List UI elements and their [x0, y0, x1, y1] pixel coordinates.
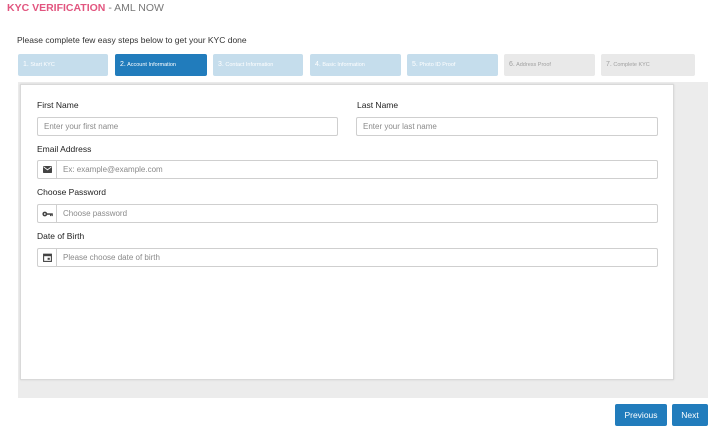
step-number: 7. [606, 61, 612, 68]
step-label: Basic Information [322, 62, 365, 68]
email-input[interactable]: Ex: example@example.com [37, 160, 658, 179]
step-7[interactable]: 7. Complete KYC [601, 54, 695, 76]
step-label: Contact Information [225, 62, 274, 68]
password-placeholder: Choose password [63, 209, 128, 218]
step-label: Complete KYC [613, 62, 650, 68]
calendar-icon [38, 249, 57, 266]
dob-input[interactable]: Please choose date of birth [37, 248, 658, 267]
step-1[interactable]: 1. Start KYC [18, 54, 108, 76]
envelope-icon [38, 161, 57, 178]
brand-title: KYC VERIFICATION [7, 2, 106, 14]
email-label: Email Address [37, 144, 92, 154]
password-label: Choose Password [37, 187, 106, 197]
step-number: 3. [218, 61, 224, 68]
dob-label: Date of Birth [37, 231, 85, 241]
step-5[interactable]: 5. Photo ID Proof [407, 54, 498, 76]
last-name-input[interactable]: Enter your last name [356, 117, 658, 136]
dob-placeholder: Please choose date of birth [63, 253, 160, 262]
step-number: 2. [120, 61, 126, 68]
step-2[interactable]: 2. Account Information [115, 54, 207, 76]
step-4[interactable]: 4. Basic Information [310, 54, 401, 76]
step-label: Photo ID Proof [419, 62, 456, 68]
page-title: KYC VERIFICATION - AML NOW [7, 2, 164, 14]
step-number: 1. [23, 61, 29, 68]
first-name-input[interactable]: Enter your first name [37, 117, 338, 136]
account-information-form: First Name Enter your first name Last Na… [20, 84, 674, 380]
email-placeholder: Ex: example@example.com [63, 165, 163, 174]
previous-button[interactable]: Previous [615, 404, 667, 426]
next-button[interactable]: Next [672, 404, 708, 426]
step-number: 5. [412, 61, 418, 68]
step-number: 6. [509, 61, 515, 68]
last-name-label: Last Name [357, 100, 399, 110]
step-3[interactable]: 3. Contact Information [213, 54, 303, 76]
step-label: Start KYC [30, 62, 55, 68]
password-input[interactable]: Choose password [37, 204, 658, 223]
step-6[interactable]: 6. Address Proof [504, 54, 595, 76]
last-name-placeholder: Enter your last name [363, 122, 437, 131]
step-label: Account Information [127, 62, 176, 68]
step-number: 4. [315, 61, 321, 68]
intro-text: Please complete few easy steps below to … [17, 35, 247, 45]
key-icon [38, 205, 57, 222]
first-name-placeholder: Enter your first name [44, 122, 119, 131]
first-name-label: First Name [37, 100, 79, 110]
step-label: Address Proof [516, 62, 551, 68]
brand-subtitle: - AML NOW [108, 2, 164, 14]
